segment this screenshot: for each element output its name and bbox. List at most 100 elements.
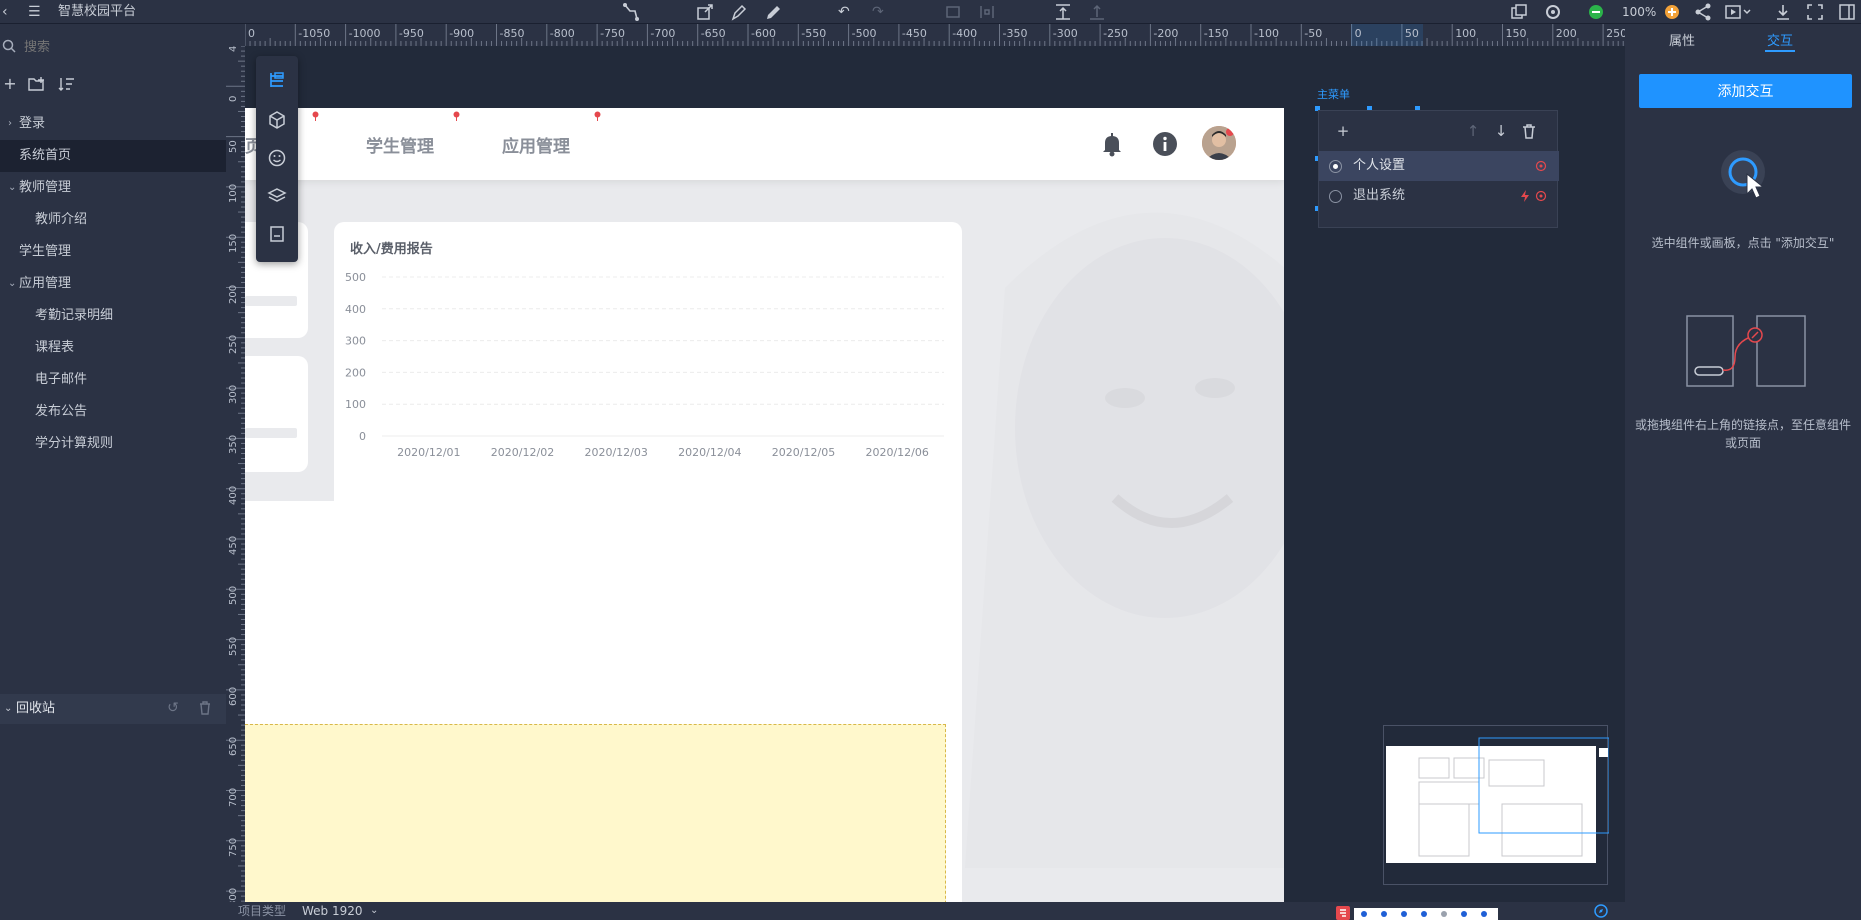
ruler-x-label: -800	[549, 27, 575, 40]
menu-item[interactable]: 个人设置	[1319, 151, 1559, 181]
income-expense-chart-card[interactable]: 收入/费用报告 500 400 300 200 100 0 2020/12/01 2020/1…	[334, 222, 962, 519]
trash-icon[interactable]	[196, 699, 214, 717]
ruler-y-label: 650	[228, 737, 239, 757]
back-icon[interactable]: ‹	[2, 2, 8, 22]
connect-icon[interactable]	[622, 2, 640, 22]
pin-icon[interactable]	[312, 111, 319, 121]
chart-x-tick-label: 2020/12/01	[397, 446, 460, 459]
sidebar-item[interactable]: ⌄ 教师管理	[0, 172, 226, 204]
chevron-down-icon[interactable]: ⌄	[8, 172, 16, 204]
zoom-out-icon[interactable]	[1588, 2, 1604, 22]
sidebar-item[interactable]: 电子邮件	[0, 364, 226, 396]
export-box-icon[interactable]	[696, 2, 714, 22]
ruler-top[interactable]: 0 -1050 -1000 -950 -900 -850 -800 -750 -700 -650-…	[245, 24, 1625, 46]
component-box-icon[interactable]	[267, 110, 287, 130]
search-box[interactable]	[0, 32, 226, 62]
ruler-x-label: -350	[1002, 27, 1028, 40]
add-interaction-button[interactable]: 添加交互	[1639, 74, 1852, 108]
sidebar-item-label: 电子邮件	[35, 372, 88, 387]
layers-icon[interactable]	[267, 186, 287, 206]
download-icon[interactable]	[1774, 2, 1792, 22]
sidebar-item[interactable]: 教师介绍	[0, 204, 226, 236]
sidebar-item-label: 登录	[19, 116, 46, 131]
pen-icon[interactable]	[730, 2, 748, 22]
share-icon[interactable]	[1694, 2, 1712, 22]
sidebar-item[interactable]: 课程表	[0, 332, 226, 364]
chart-x-tick-label: 2020/12/02	[491, 446, 554, 459]
input-method-icon[interactable]	[1336, 906, 1350, 920]
recycle-bin-header[interactable]: ⌄ 回收站 ↺	[0, 694, 226, 724]
chart-x-tick-label: 2020/12/03	[584, 446, 647, 459]
nav-student-management[interactable]: 学生管理	[366, 132, 434, 157]
preview-icon[interactable]	[1724, 2, 1752, 22]
trash-icon[interactable]	[1519, 121, 1539, 141]
ruler-x-label: 200	[1555, 27, 1577, 40]
align-bottom-icon[interactable]	[1088, 2, 1106, 22]
project-type-select[interactable]: Web 1920	[302, 904, 363, 918]
sidebar-item[interactable]: › 登录	[0, 108, 226, 140]
add-folder-icon[interactable]	[28, 76, 46, 92]
sidebar-item[interactable]: 系统首页	[0, 140, 226, 172]
sidebar-item[interactable]: 学生管理	[0, 236, 226, 268]
restore-icon[interactable]: ↺	[164, 699, 182, 717]
zoom-level[interactable]: 100%	[1622, 2, 1656, 22]
pin-icon[interactable]	[453, 111, 460, 121]
align-icon[interactable]	[944, 2, 962, 22]
sidebar-item[interactable]: 学分计算规则	[0, 428, 226, 460]
sidebar-item[interactable]: ⌄ 应用管理	[0, 268, 226, 300]
chart-y-tick-label: 500	[345, 271, 366, 284]
target-icon[interactable]	[1535, 160, 1547, 172]
highlight-area[interactable]	[245, 724, 946, 902]
lightning-icon[interactable]	[1519, 190, 1531, 202]
ruler-y-label: 350	[228, 435, 239, 455]
settings-icon[interactable]	[1544, 2, 1562, 22]
bell-icon[interactable]	[1098, 130, 1126, 158]
undo-icon[interactable]: ↶	[838, 2, 850, 22]
ruler-corner	[226, 24, 245, 46]
add-item-icon[interactable]: +	[1333, 121, 1353, 141]
pin-icon[interactable]	[594, 111, 601, 121]
sidebar-item[interactable]: 考勤记录明细	[0, 300, 226, 332]
radio-icon[interactable]	[1329, 160, 1342, 173]
sidebar-item[interactable]: 发布公告	[0, 396, 226, 428]
compass-icon[interactable]	[1594, 904, 1608, 918]
tab-properties[interactable]: 属性	[1669, 30, 1695, 49]
tab-interactions[interactable]: 交互	[1767, 30, 1793, 49]
distribute-icon[interactable]	[978, 2, 996, 22]
move-up-icon[interactable]: ↑	[1463, 121, 1483, 141]
menu-icon[interactable]: ☰	[28, 2, 41, 22]
align-top-icon[interactable]	[1054, 2, 1072, 22]
avatar[interactable]	[1202, 126, 1236, 160]
chevron-right-icon[interactable]: ›	[8, 108, 12, 140]
move-down-icon[interactable]: ↓	[1491, 121, 1511, 141]
info-icon[interactable]	[1151, 130, 1179, 158]
sort-list-icon[interactable]	[58, 76, 76, 92]
ruler-left[interactable]: 4 0 50 100 150 200 250 300 350 400 450 500 550 600 650…	[226, 46, 245, 920]
ime-toolbar[interactable]	[1354, 908, 1498, 920]
pencil-icon[interactable]	[764, 2, 782, 22]
artboard-home[interactable]: 页 学生管理 应用管理 收入/费用报告 500 400 300 200 100 0 2020…	[245, 108, 1284, 902]
minimap[interactable]	[1383, 725, 1610, 885]
master-icon[interactable]	[267, 224, 287, 244]
panel-toggle-icon[interactable]	[1838, 2, 1856, 22]
search-input[interactable]	[24, 36, 214, 58]
nav-app-management[interactable]: 应用管理	[502, 132, 570, 157]
ruler-x-label: 0	[1354, 27, 1362, 40]
smiley-icon[interactable]	[267, 148, 287, 168]
main-menu-panel[interactable]: + ↑ ↓ 个人设置 退出系统	[1318, 110, 1559, 228]
zoom-in-icon[interactable]	[1664, 2, 1680, 22]
redo-icon[interactable]: ↷	[872, 2, 884, 22]
target-icon[interactable]	[1535, 190, 1547, 202]
page-tree-icon[interactable]	[267, 70, 287, 90]
radio-icon[interactable]	[1329, 190, 1342, 203]
fullscreen-icon[interactable]	[1806, 2, 1824, 22]
add-page-icon[interactable]: +	[0, 74, 20, 94]
chart-y-tick-label: 300	[345, 335, 366, 348]
ruler-x-label: -150	[1203, 27, 1229, 40]
screens-icon[interactable]	[1510, 2, 1528, 22]
click-illustration-icon	[1721, 150, 1765, 199]
chevron-down-icon[interactable]: ⌄	[370, 904, 378, 918]
ruler-y-label: 0	[228, 95, 239, 103]
chevron-down-icon[interactable]: ⌄	[8, 268, 16, 300]
menu-item[interactable]: 退出系统	[1319, 181, 1559, 211]
